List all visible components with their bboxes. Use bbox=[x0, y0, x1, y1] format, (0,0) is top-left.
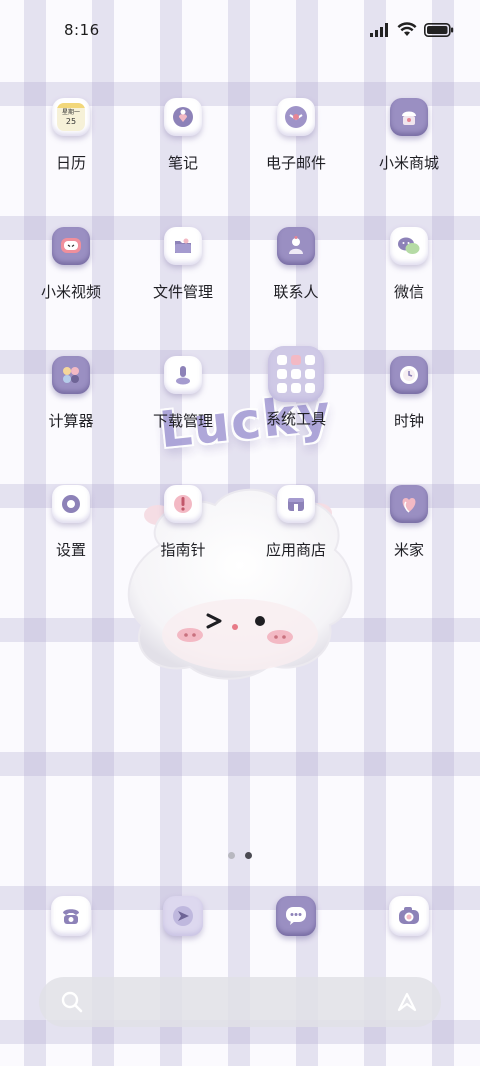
app-store-icon bbox=[277, 485, 315, 523]
calendar-day: 25 bbox=[65, 117, 77, 126]
app-label: 微信 bbox=[393, 283, 424, 301]
app-label: 联系人 bbox=[273, 283, 319, 301]
system-tools-folder-icon bbox=[268, 346, 324, 402]
file-manager-icon bbox=[164, 227, 202, 265]
app-label: 应用商店 bbox=[265, 541, 326, 559]
contacts-icon bbox=[277, 227, 315, 265]
app-settings[interactable]: 设置 bbox=[16, 485, 126, 560]
app-wechat[interactable]: 微信 bbox=[354, 227, 464, 302]
settings-icon bbox=[52, 485, 90, 523]
app-label: 系统工具 bbox=[265, 410, 326, 428]
notes-icon bbox=[164, 98, 202, 136]
app-calculator[interactable]: 计算器 bbox=[16, 356, 126, 431]
wifi-icon bbox=[397, 22, 417, 36]
page-dot-2-active[interactable] bbox=[245, 852, 252, 859]
app-download-manager[interactable]: 下载管理 bbox=[128, 356, 238, 431]
calculator-icon bbox=[52, 356, 90, 394]
app-mi-store[interactable]: 小米商城 bbox=[354, 98, 464, 173]
app-file-manager[interactable]: 文件管理 bbox=[128, 227, 238, 302]
app-calendar[interactable]: 星期一 25 日历 bbox=[16, 98, 126, 173]
email-icon bbox=[277, 98, 315, 136]
wechat-icon bbox=[390, 227, 428, 265]
app-label: 文件管理 bbox=[152, 283, 213, 301]
download-manager-icon bbox=[164, 356, 202, 394]
dock-browser-icon[interactable] bbox=[163, 896, 203, 936]
app-contacts[interactable]: 联系人 bbox=[241, 227, 351, 302]
app-notes[interactable]: 笔记 bbox=[128, 98, 238, 173]
app-email[interactable]: 电子邮件 bbox=[241, 98, 351, 173]
dock-camera-icon[interactable] bbox=[389, 896, 429, 936]
status-time: 8:16 bbox=[64, 21, 100, 39]
app-label: 下载管理 bbox=[152, 412, 213, 430]
page-dot-1[interactable] bbox=[228, 852, 235, 859]
search-icon[interactable] bbox=[61, 991, 83, 1013]
compass-icon bbox=[164, 485, 202, 523]
assistant-icon[interactable] bbox=[395, 990, 419, 1014]
mi-home-icon bbox=[390, 485, 428, 523]
clock-icon bbox=[390, 356, 428, 394]
app-label: 小米商城 bbox=[378, 154, 439, 172]
app-label: 指南针 bbox=[160, 541, 206, 559]
battery-icon bbox=[424, 22, 454, 37]
calendar-weekday: 星期一 bbox=[61, 109, 80, 116]
signal-icon bbox=[370, 22, 388, 37]
status-bar: 8:16 bbox=[0, 0, 480, 60]
app-app-store[interactable]: 应用商店 bbox=[241, 485, 351, 560]
app-label: 设置 bbox=[55, 541, 86, 559]
mi-store-icon bbox=[390, 98, 428, 136]
calendar-icon: 星期一 25 bbox=[52, 98, 90, 136]
app-label: 电子邮件 bbox=[265, 154, 326, 172]
app-mi-video[interactable]: 小米视频 bbox=[16, 227, 126, 302]
app-label: 笔记 bbox=[167, 154, 198, 172]
dock-phone-icon[interactable] bbox=[51, 896, 91, 936]
app-compass[interactable]: 指南针 bbox=[128, 485, 238, 560]
app-label: 小米视频 bbox=[40, 283, 101, 301]
app-mi-home[interactable]: 米家 bbox=[354, 485, 464, 560]
app-label: 米家 bbox=[393, 541, 424, 559]
folder-system-tools[interactable]: 系统工具 bbox=[241, 346, 351, 429]
search-bar[interactable] bbox=[39, 977, 441, 1027]
app-clock[interactable]: 时钟 bbox=[354, 356, 464, 431]
app-label: 时钟 bbox=[393, 412, 424, 430]
mi-video-icon bbox=[52, 227, 90, 265]
app-label: 日历 bbox=[55, 154, 86, 172]
dock-messages-icon[interactable] bbox=[276, 896, 316, 936]
app-label: 计算器 bbox=[48, 412, 94, 430]
status-icons bbox=[370, 22, 454, 37]
